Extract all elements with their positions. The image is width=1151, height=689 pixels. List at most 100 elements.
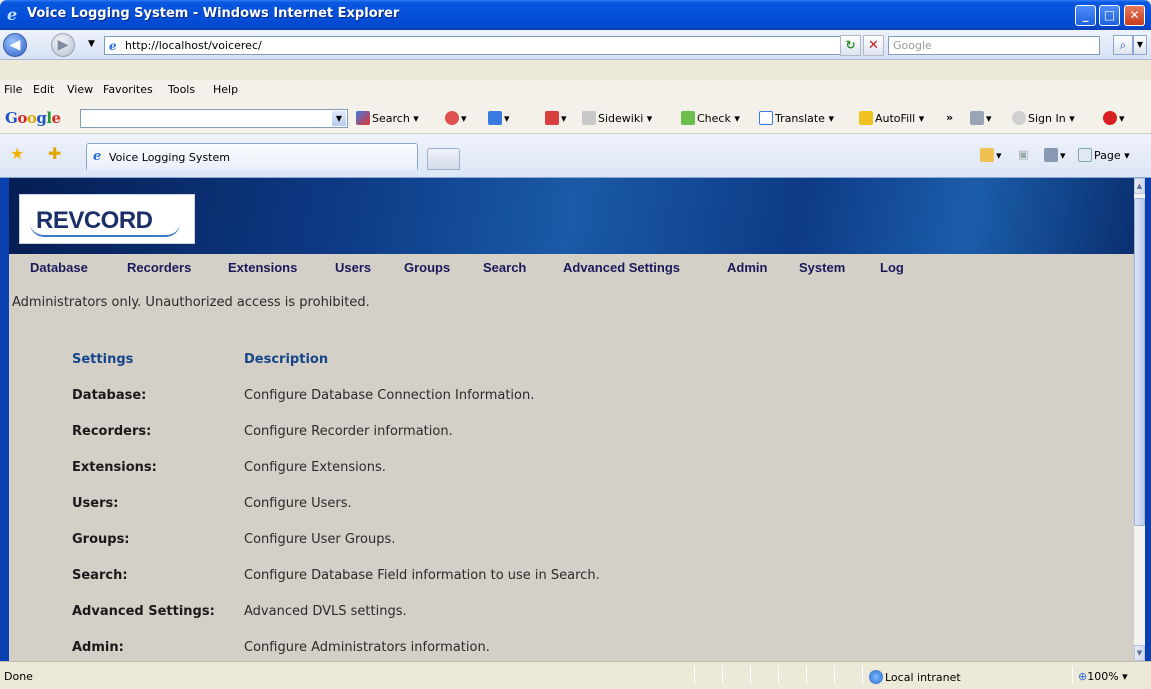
menu-tools[interactable]: Tools bbox=[168, 83, 195, 96]
page-viewport: REVCORD Database Recorders Extensions Us… bbox=[9, 178, 1134, 661]
stop-button[interactable]: ✕ bbox=[863, 35, 884, 56]
page-menu-button[interactable]: Page ▾ bbox=[1078, 148, 1130, 162]
status-bar: Done Local intranet ⊕100% ▾ bbox=[0, 661, 1151, 689]
setting-label: Database: bbox=[72, 388, 147, 403]
status-divider bbox=[750, 666, 751, 684]
maximize-button[interactable]: □ bbox=[1099, 5, 1120, 26]
menu-view[interactable]: View bbox=[67, 83, 93, 96]
url-text: http://localhost/voicerec/ bbox=[125, 39, 262, 52]
nav-users[interactable]: Users bbox=[335, 260, 371, 275]
bookmarks-button[interactable]: ▾ bbox=[445, 111, 467, 125]
scroll-up-arrow-icon[interactable]: ▲ bbox=[1134, 178, 1145, 194]
nav-database[interactable]: Database bbox=[30, 260, 88, 275]
setting-description: Configure Users. bbox=[244, 496, 352, 511]
status-divider bbox=[722, 666, 723, 684]
menu-help[interactable]: Help bbox=[213, 83, 238, 96]
toolbar-overflow-button[interactable]: » bbox=[946, 111, 953, 124]
print-icon bbox=[1044, 148, 1058, 162]
popup-blocker-button[interactable]: ▾ bbox=[545, 111, 567, 125]
menu-file[interactable]: File bbox=[4, 83, 22, 96]
setting-description: Configure User Groups. bbox=[244, 532, 396, 547]
scroll-thumb[interactable] bbox=[1134, 198, 1145, 526]
nav-recorders[interactable]: Recorders bbox=[127, 260, 191, 275]
menu-bar: File Edit View Favorites Tools Help bbox=[0, 80, 1151, 102]
nav-search[interactable]: Search bbox=[483, 260, 526, 275]
revcord-logo[interactable]: REVCORD bbox=[19, 194, 195, 244]
tab-bar: ★ ✚ e Voice Logging System ▾ ▣ ▾ Page ▾ bbox=[0, 134, 1151, 178]
autofill-icon bbox=[859, 111, 873, 125]
spell-check-button[interactable]: Check ▾ bbox=[681, 111, 740, 125]
nav-advanced-settings[interactable]: Advanced Settings bbox=[563, 260, 680, 275]
window-border-right bbox=[1145, 178, 1151, 661]
search-placeholder: Google bbox=[893, 39, 932, 52]
tab-voice-logging-system[interactable]: e Voice Logging System bbox=[86, 143, 418, 170]
google-search-button[interactable]: Search ▾ bbox=[356, 111, 419, 125]
menu-edit[interactable]: Edit bbox=[33, 83, 54, 96]
sidewiki-button[interactable]: Sidewiki ▾ bbox=[582, 111, 652, 125]
plus-icon bbox=[488, 111, 502, 125]
settings-header: Settings bbox=[72, 352, 134, 367]
search-dropdown-icon[interactable]: ▼ bbox=[1133, 35, 1147, 55]
vertical-scrollbar[interactable]: ▲ ▼ bbox=[1134, 178, 1145, 661]
google-search-input[interactable]: ▼ bbox=[80, 109, 348, 128]
search-icon[interactable]: ⌕ bbox=[1113, 35, 1133, 55]
pdf-button[interactable]: ▾ bbox=[1103, 111, 1125, 125]
sign-in-icon bbox=[1012, 111, 1026, 125]
zoom-icon: ⊕ bbox=[1078, 670, 1088, 683]
scroll-down-arrow-icon[interactable]: ▼ bbox=[1134, 645, 1145, 661]
menu-favorites[interactable]: Favorites bbox=[103, 83, 153, 96]
nav-extensions[interactable]: Extensions bbox=[228, 260, 297, 275]
status-divider bbox=[834, 666, 835, 684]
description-header: Description bbox=[244, 352, 329, 367]
zoom-level[interactable]: ⊕100% ▾ bbox=[1078, 670, 1128, 683]
title-bar[interactable]: e Voice Logging System - Windows Interne… bbox=[0, 0, 1151, 30]
pdf-icon bbox=[1103, 111, 1117, 125]
favorites-star-icon[interactable]: ★ bbox=[10, 144, 24, 163]
settings-button[interactable]: ▾ bbox=[970, 111, 992, 125]
add-favorites-icon[interactable]: ✚ bbox=[48, 144, 61, 163]
print-button[interactable]: ▾ bbox=[1044, 148, 1066, 162]
nav-system[interactable]: System bbox=[799, 260, 845, 275]
window-title: Voice Logging System - Windows Internet … bbox=[27, 6, 400, 21]
address-input[interactable]: e http://localhost/voicerec/ ▼ bbox=[104, 36, 860, 55]
tab-page-icon: e bbox=[93, 149, 102, 164]
nav-log[interactable]: Log bbox=[880, 260, 904, 275]
translate-button[interactable]: Translate ▾ bbox=[759, 111, 834, 125]
plus-button[interactable]: ▾ bbox=[488, 111, 510, 125]
setting-description: Configure Database Field information to … bbox=[244, 568, 600, 583]
feeds-icon[interactable]: ▣ bbox=[1018, 148, 1028, 161]
translate-icon bbox=[759, 111, 773, 125]
search-input[interactable]: Google bbox=[888, 36, 1100, 55]
home-icon bbox=[980, 148, 994, 162]
setting-description: Advanced DVLS settings. bbox=[244, 604, 407, 619]
new-tab-button[interactable] bbox=[427, 148, 460, 170]
popup-blocker-icon bbox=[545, 111, 559, 125]
spell-check-icon bbox=[681, 111, 695, 125]
back-button[interactable]: ◀ bbox=[3, 33, 27, 57]
sign-in-button[interactable]: Sign In ▾ bbox=[1012, 111, 1075, 125]
app-header-banner: REVCORD bbox=[9, 178, 1134, 254]
tab-label: Voice Logging System bbox=[109, 151, 230, 164]
setting-label: Advanced Settings: bbox=[72, 604, 215, 619]
nav-admin[interactable]: Admin bbox=[727, 260, 767, 275]
google-logo: Google bbox=[5, 109, 61, 127]
setting-description: Configure Administrators information. bbox=[244, 640, 490, 655]
setting-label: Groups: bbox=[72, 532, 130, 547]
google-toolbar: Google ▼ Search ▾ ▾ ▾ ▾ Sidewiki ▾ Check… bbox=[0, 102, 1151, 134]
autofill-button[interactable]: AutoFill ▾ bbox=[859, 111, 924, 125]
forward-button[interactable]: ▶ bbox=[51, 33, 75, 57]
close-button[interactable]: ✕ bbox=[1124, 5, 1145, 26]
history-dropdown-icon[interactable]: ▼ bbox=[88, 39, 95, 49]
status-divider bbox=[862, 666, 863, 684]
address-toolbar: ◀ ▶ ▼ e http://localhost/voicerec/ ▼ ↻ ✕… bbox=[0, 30, 1151, 60]
bookmarks-icon bbox=[445, 111, 459, 125]
google-search-dropdown-icon[interactable]: ▼ bbox=[332, 111, 346, 126]
globe-icon bbox=[869, 670, 883, 684]
refresh-button[interactable]: ↻ bbox=[840, 35, 861, 56]
minimize-button[interactable]: _ bbox=[1075, 5, 1096, 26]
security-zone[interactable]: Local intranet bbox=[869, 670, 961, 684]
home-button[interactable]: ▾ bbox=[980, 148, 1002, 162]
nav-groups[interactable]: Groups bbox=[404, 260, 450, 275]
status-divider bbox=[778, 666, 779, 684]
setting-label: Users: bbox=[72, 496, 119, 511]
